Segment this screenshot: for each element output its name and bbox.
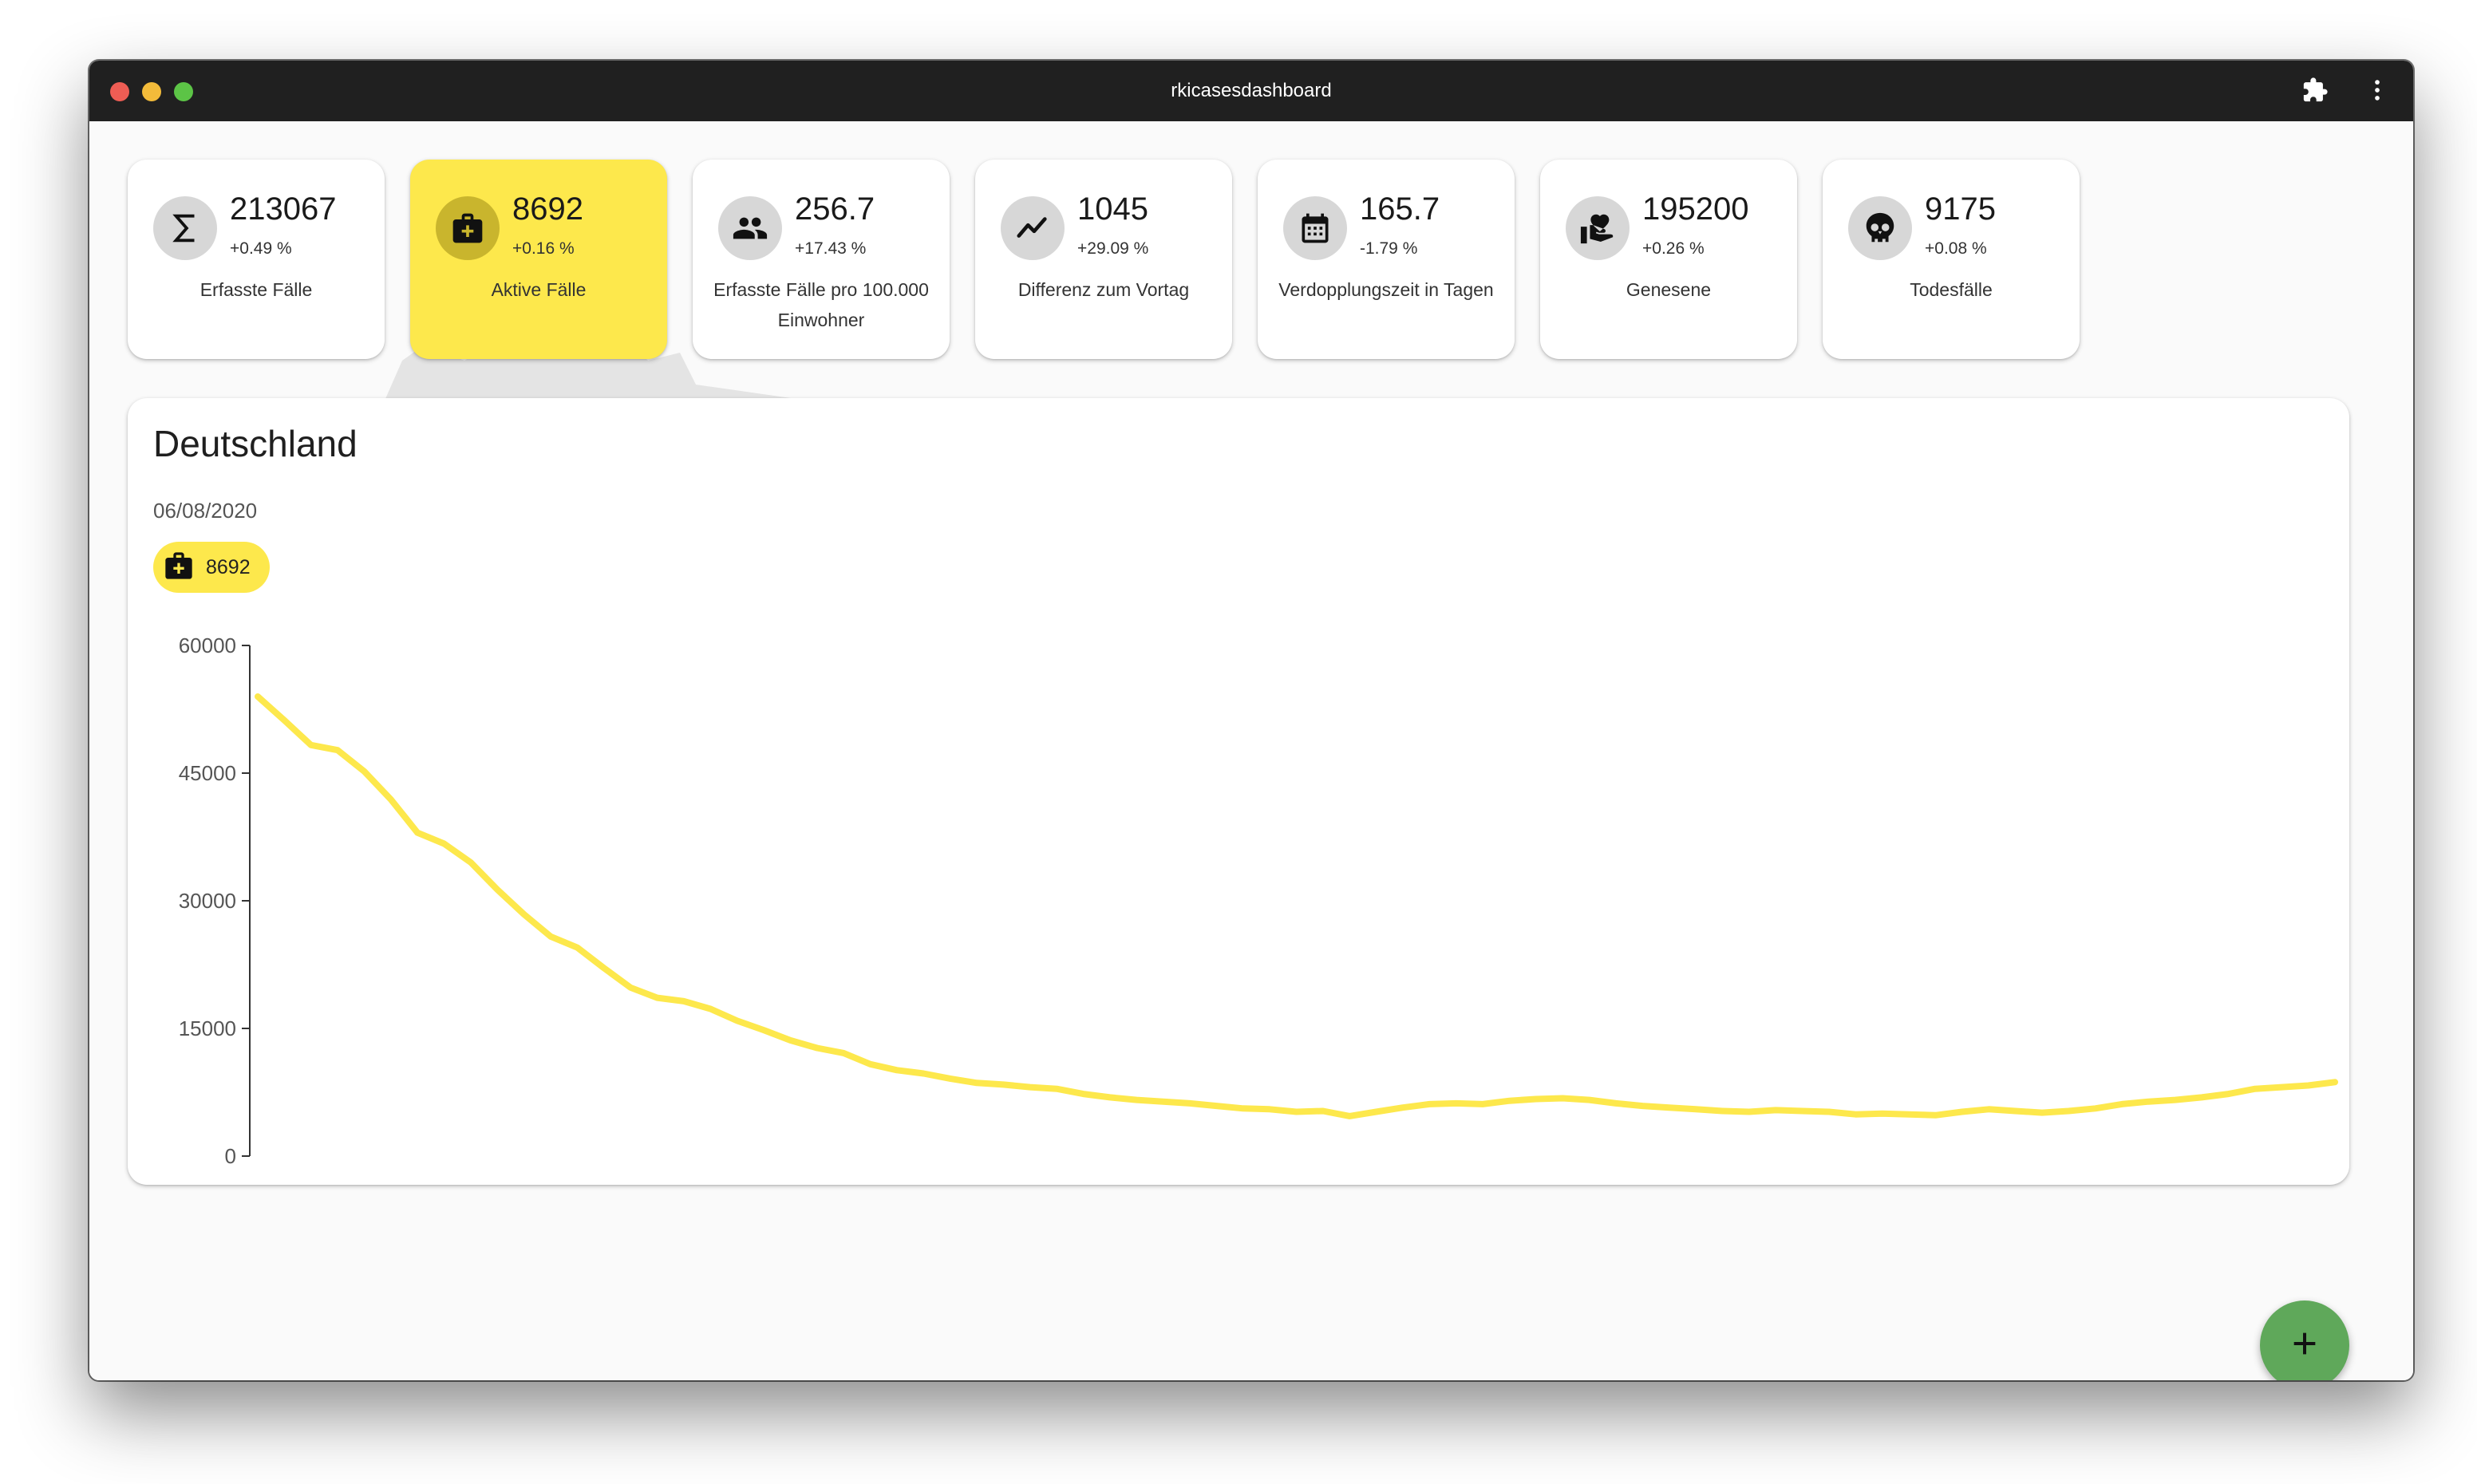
chart-date: 06/08/2020 bbox=[153, 499, 258, 523]
y-tick-label: 30000 bbox=[179, 889, 236, 913]
line-chart[interactable]: 0 15000 30000 45000 60000 bbox=[128, 398, 2349, 1185]
card-change: -1.79 % bbox=[1360, 239, 1418, 258]
card-change: +0.26 % bbox=[1642, 239, 1705, 258]
more-vert-icon[interactable] bbox=[2364, 77, 2391, 104]
card-aktive-faelle[interactable]: 8692 +0.16 % Aktive Fälle bbox=[410, 160, 667, 359]
heart-hand-icon bbox=[1566, 196, 1630, 260]
trending-icon bbox=[1001, 196, 1065, 260]
people-icon bbox=[718, 196, 782, 260]
y-tick-label: 45000 bbox=[179, 761, 236, 785]
card-value: 213067 bbox=[230, 191, 337, 227]
chart-card: 0 15000 30000 45000 60000 Deutschland 06/08/… bbox=[128, 398, 2349, 1185]
add-button[interactable] bbox=[2260, 1300, 2349, 1380]
card-value: 9175 bbox=[1925, 191, 1996, 227]
card-change: +0.49 % bbox=[230, 239, 292, 258]
card-change: +17.43 % bbox=[795, 239, 867, 258]
card-todesfaelle[interactable]: 9175 +0.08 % Todesfälle bbox=[1823, 160, 2080, 359]
card-change: +0.16 % bbox=[512, 239, 575, 258]
app-content: 213067 +0.49 % Erfasste Fälle 8692 +0.16… bbox=[89, 121, 2413, 1380]
skull-icon bbox=[1848, 196, 1912, 260]
card-faelle-pro-100000[interactable]: 256.7 +17.43 % Erfasste Fälle pro 100.00… bbox=[693, 160, 950, 359]
medical-bag-icon bbox=[436, 196, 500, 260]
card-label: Genesene bbox=[1626, 279, 1712, 300]
card-verdopplungszeit[interactable]: 165.7 -1.79 % Verdopplungszeit in Tagen bbox=[1258, 160, 1515, 359]
plus-icon bbox=[2289, 1328, 2321, 1364]
y-tick-label: 60000 bbox=[179, 633, 236, 657]
active-cases-chip[interactable]: 8692 bbox=[153, 542, 270, 593]
card-label: Erfasste Fälle pro 100.000 Einwohner bbox=[713, 279, 929, 330]
stats-cards: 213067 +0.49 % Erfasste Fälle 8692 +0.16… bbox=[128, 160, 2080, 359]
card-value: 8692 bbox=[512, 191, 583, 227]
y-tick-label: 15000 bbox=[179, 1016, 236, 1040]
card-genesene[interactable]: 195200 +0.26 % Genesene bbox=[1540, 160, 1797, 359]
card-value: 1045 bbox=[1077, 191, 1148, 227]
series-line-active-cases bbox=[255, 693, 2338, 1119]
card-label: Aktive Fälle bbox=[491, 279, 587, 300]
browser-window: rkicasesdashboard 213067 +0.49 % Erfasst… bbox=[89, 61, 2413, 1380]
card-value: 195200 bbox=[1642, 191, 1749, 227]
card-change: +29.09 % bbox=[1077, 239, 1149, 258]
title-bar: rkicasesdashboard bbox=[89, 61, 2413, 121]
card-value: 165.7 bbox=[1360, 191, 1440, 227]
card-label: Erfasste Fälle bbox=[200, 279, 313, 300]
medical-bag-icon bbox=[163, 550, 195, 586]
card-differenz-vortag[interactable]: 1045 +29.09 % Differenz zum Vortag bbox=[975, 160, 1232, 359]
calendar-icon bbox=[1283, 196, 1347, 260]
card-value: 256.7 bbox=[795, 191, 875, 227]
card-erfasste-faelle[interactable]: 213067 +0.49 % Erfasste Fälle bbox=[128, 160, 385, 359]
puzzle-icon[interactable] bbox=[2301, 77, 2329, 104]
chip-value: 8692 bbox=[206, 555, 251, 578]
card-label: Verdopplungszeit in Tagen bbox=[1278, 279, 1494, 300]
y-tick-label: 0 bbox=[225, 1144, 236, 1168]
card-label: Todesfälle bbox=[1910, 279, 1993, 300]
card-change: +0.08 % bbox=[1925, 239, 1987, 258]
card-label: Differenz zum Vortag bbox=[1017, 279, 1190, 300]
sigma-icon bbox=[153, 196, 217, 260]
window-title: rkicasesdashboard bbox=[1171, 80, 1332, 101]
page-title: Deutschland bbox=[153, 423, 358, 464]
